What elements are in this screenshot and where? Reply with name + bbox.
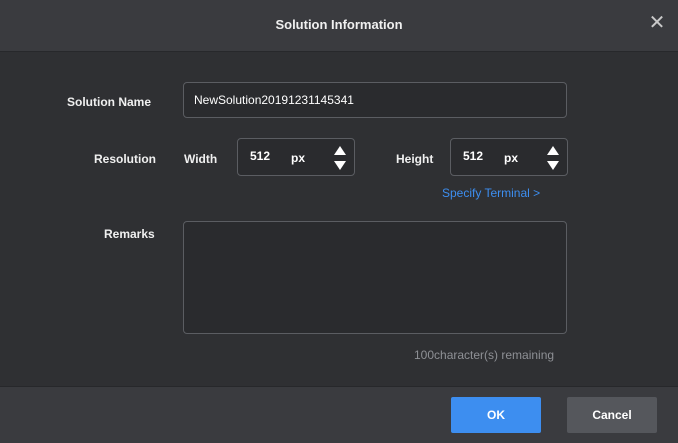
close-icon[interactable]: ✕ — [648, 13, 666, 33]
specify-terminal-link[interactable]: Specify Terminal > — [442, 186, 540, 200]
width-value: 512 — [250, 149, 271, 163]
height-increment-icon[interactable] — [547, 146, 559, 155]
cancel-button[interactable]: Cancel — [567, 397, 657, 433]
height-label: Height — [396, 152, 434, 166]
height-unit: px — [504, 151, 519, 165]
height-decrement-icon[interactable] — [547, 161, 559, 170]
solution-name-label: Solution Name — [67, 95, 152, 109]
width-decrement-icon[interactable] — [334, 161, 346, 170]
width-stepper[interactable]: 512 px — [237, 138, 355, 176]
ok-button[interactable]: OK — [451, 397, 541, 433]
solution-information-dialog: Solution Information ✕ Solution Name Res… — [0, 0, 678, 443]
dialog-titlebar: Solution Information ✕ — [0, 0, 678, 52]
characters-remaining: 100character(s) remaining — [414, 348, 555, 362]
solution-name-input[interactable] — [184, 83, 566, 117]
height-value: 512 — [463, 149, 484, 163]
solution-name-field[interactable] — [183, 82, 567, 118]
resolution-label: Resolution — [94, 152, 156, 166]
width-increment-icon[interactable] — [334, 146, 346, 155]
width-unit: px — [291, 151, 306, 165]
width-label: Width — [184, 152, 218, 166]
dialog-footer: OK Cancel — [0, 386, 678, 443]
remarks-label: Remarks — [104, 227, 155, 241]
height-stepper[interactable]: 512 px — [450, 138, 568, 176]
remarks-textarea[interactable] — [183, 221, 567, 334]
dialog-title: Solution Information — [275, 17, 403, 32]
